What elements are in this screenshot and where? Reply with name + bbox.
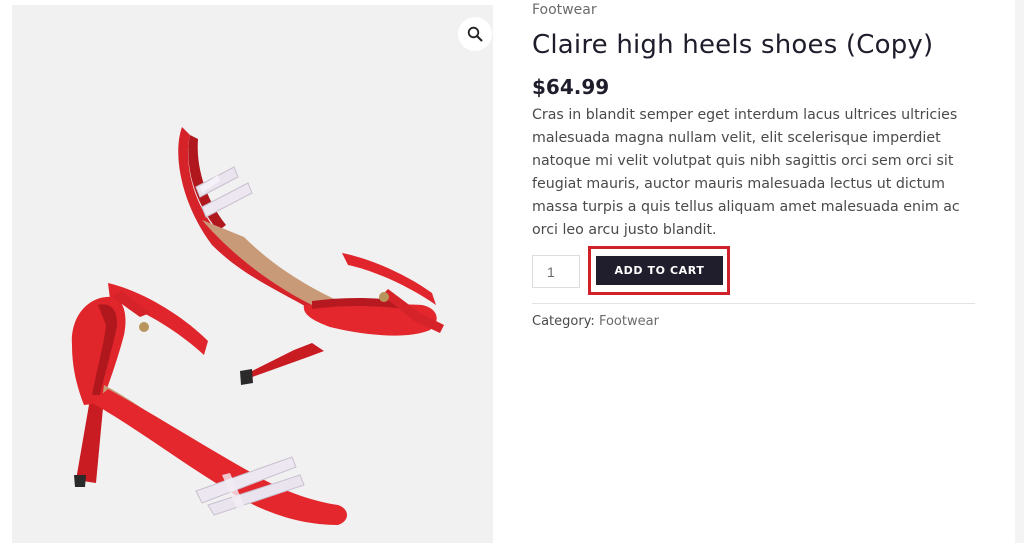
description-line: feugiat mauris, auctor mauris malesuada … (532, 176, 945, 192)
product-price: $64.99 (532, 75, 610, 99)
scrollbar-track[interactable] (1015, 0, 1024, 543)
category-prefix: Category: (532, 314, 599, 329)
product-page: Footwear Claire high heels shoes (Copy) … (0, 0, 1024, 543)
product-image[interactable] (12, 5, 493, 543)
product-meta: Category: Footwear (532, 314, 659, 329)
description-line: natoque mi velit volutpat quis nibh sagi… (532, 153, 954, 169)
divider (532, 303, 975, 304)
description-line: Cras in blandit semper eget interdum lac… (532, 107, 958, 123)
shoe-left (71, 283, 347, 525)
category-link[interactable]: Footwear (599, 314, 659, 329)
magnifier-icon (467, 26, 483, 42)
shoe-right (178, 127, 444, 385)
description-line: malesuada magna nullam velit, elit scele… (532, 130, 941, 146)
product-title: Claire high heels shoes (Copy) (532, 30, 934, 60)
quantity-input[interactable] (532, 255, 580, 288)
product-description: Cras in blandit semper eget interdum lac… (532, 104, 972, 242)
add-to-cart-button[interactable]: ADD TO CART (596, 256, 723, 285)
product-category-label[interactable]: Footwear (532, 2, 597, 18)
description-line: orci leo arcu justo blandit. (532, 222, 717, 238)
product-gallery (12, 5, 493, 543)
zoom-button[interactable] (458, 17, 492, 51)
description-line: massa turpis a quis tellus aliquam amet … (532, 199, 960, 215)
